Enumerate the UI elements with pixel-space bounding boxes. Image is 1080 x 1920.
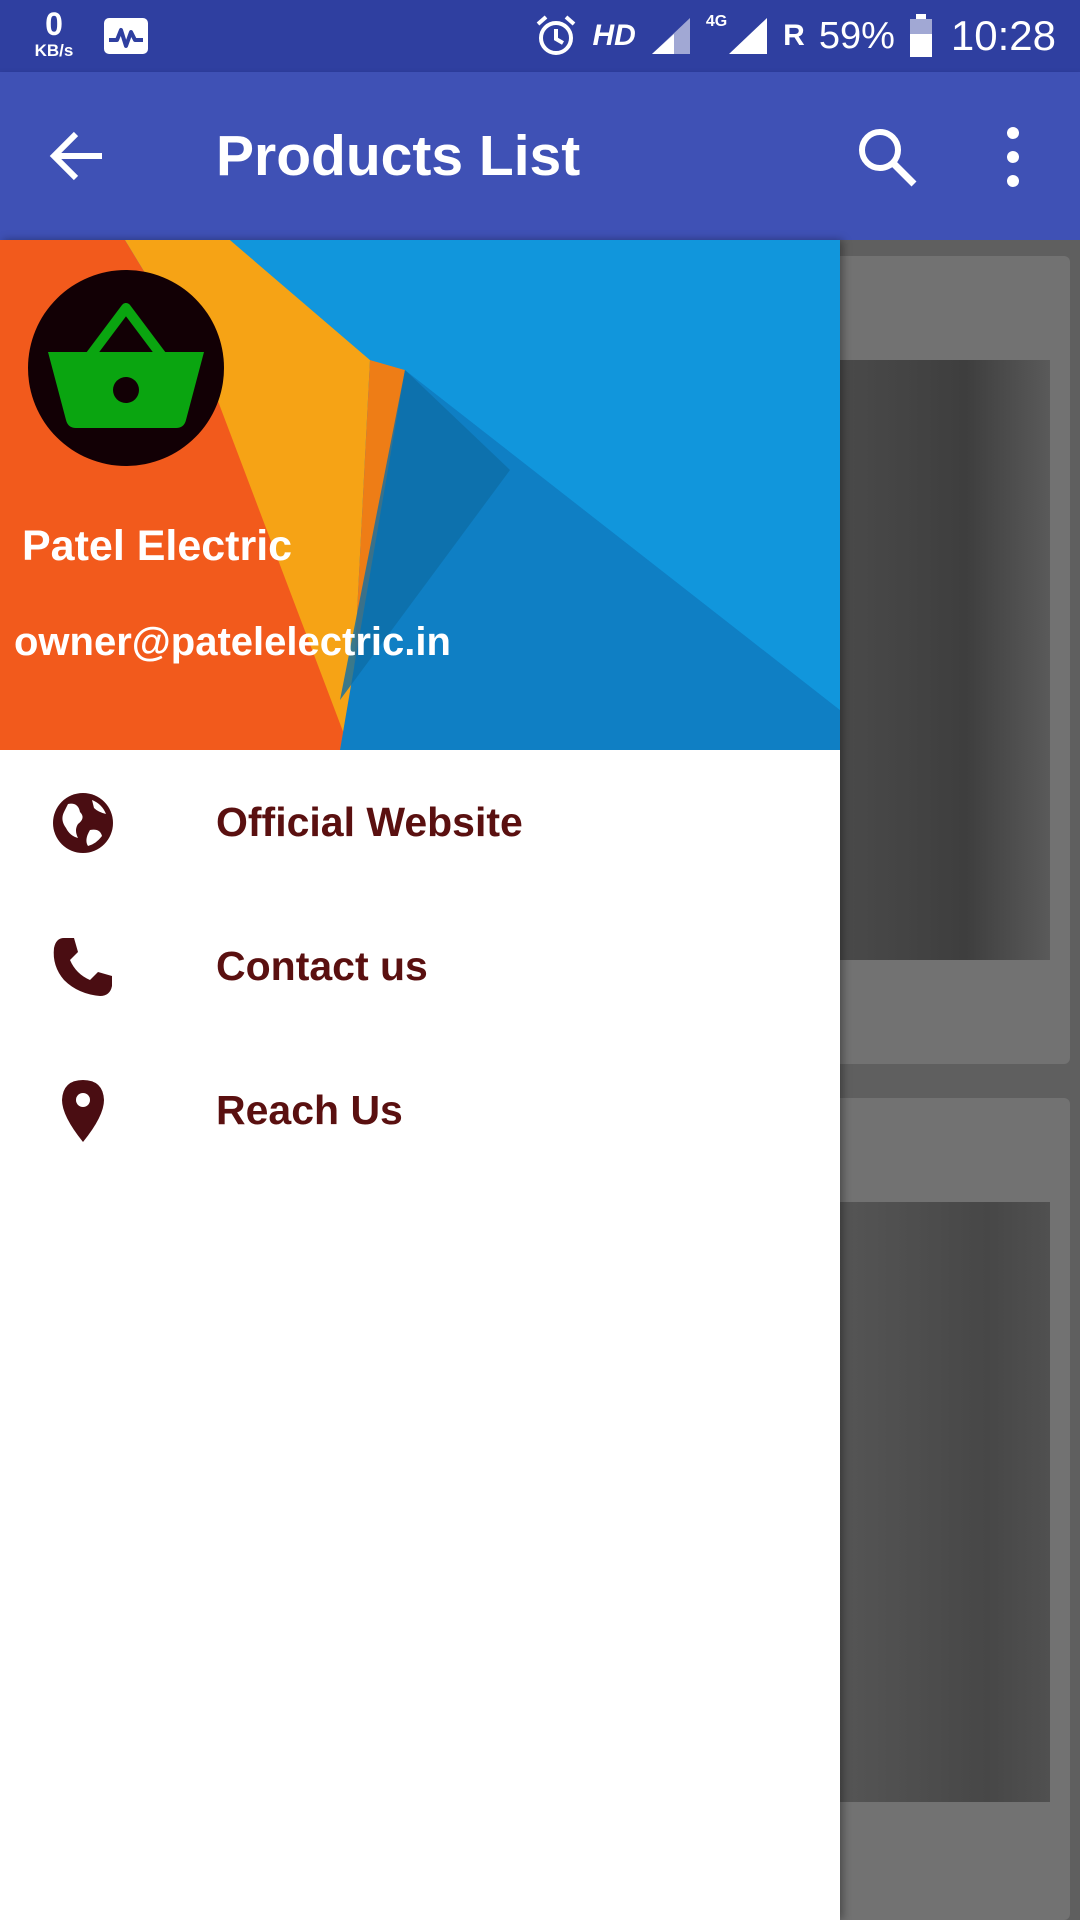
menu-item-label: Contact us	[216, 943, 428, 989]
search-icon[interactable]	[854, 124, 920, 190]
location-pin-icon	[62, 1080, 104, 1142]
signal-icon	[651, 18, 690, 54]
status-bar: 0 KB/s HD 4G R 59% 10:28	[0, 0, 1080, 72]
globe-icon	[53, 793, 113, 853]
network-speed: 0 KB/s	[26, 8, 82, 59]
product-card	[820, 256, 1070, 1064]
roaming-indicator: R	[783, 19, 805, 52]
menu-item-label: Official Website	[216, 799, 523, 845]
product-image	[840, 1202, 1050, 1802]
signal-4g-icon	[729, 18, 768, 54]
back-arrow-icon[interactable]	[46, 124, 110, 188]
activity-monitor-icon	[104, 18, 148, 54]
network-speed-value: 0	[45, 6, 63, 42]
product-image	[840, 360, 1050, 960]
battery-percent: 59%	[818, 14, 895, 57]
more-vert-icon[interactable]	[990, 124, 1036, 190]
account-email: owner@patelelectric.in	[14, 620, 451, 664]
menu-item-reach-us[interactable]: Reach Us	[0, 1038, 840, 1182]
hd-indicator: HD	[592, 19, 636, 52]
page-title: Products List	[216, 124, 581, 188]
clock: 10:28	[950, 12, 1056, 59]
product-card	[820, 1098, 1070, 1920]
network-type: 4G	[705, 13, 728, 30]
phone-icon	[53, 938, 112, 996]
battery-icon	[909, 14, 932, 57]
navigation-drawer: Patel Electric owner@patelelectric.in Of…	[0, 240, 840, 1920]
avatar[interactable]	[28, 270, 224, 466]
menu-item-label: Reach Us	[216, 1087, 403, 1133]
account-name: Patel Electric	[22, 522, 293, 570]
drawer-header: Patel Electric owner@patelelectric.in	[0, 240, 840, 750]
drawer-menu: Official Website Contact us Reach Us	[0, 750, 840, 1182]
network-speed-unit: KB/s	[34, 41, 74, 60]
shopping-basket-icon	[48, 303, 204, 428]
menu-item-official-website[interactable]: Official Website	[0, 750, 840, 894]
app-bar: Products List	[0, 72, 1080, 240]
alarm-icon	[537, 15, 576, 55]
menu-item-contact-us[interactable]: Contact us	[0, 894, 840, 1038]
